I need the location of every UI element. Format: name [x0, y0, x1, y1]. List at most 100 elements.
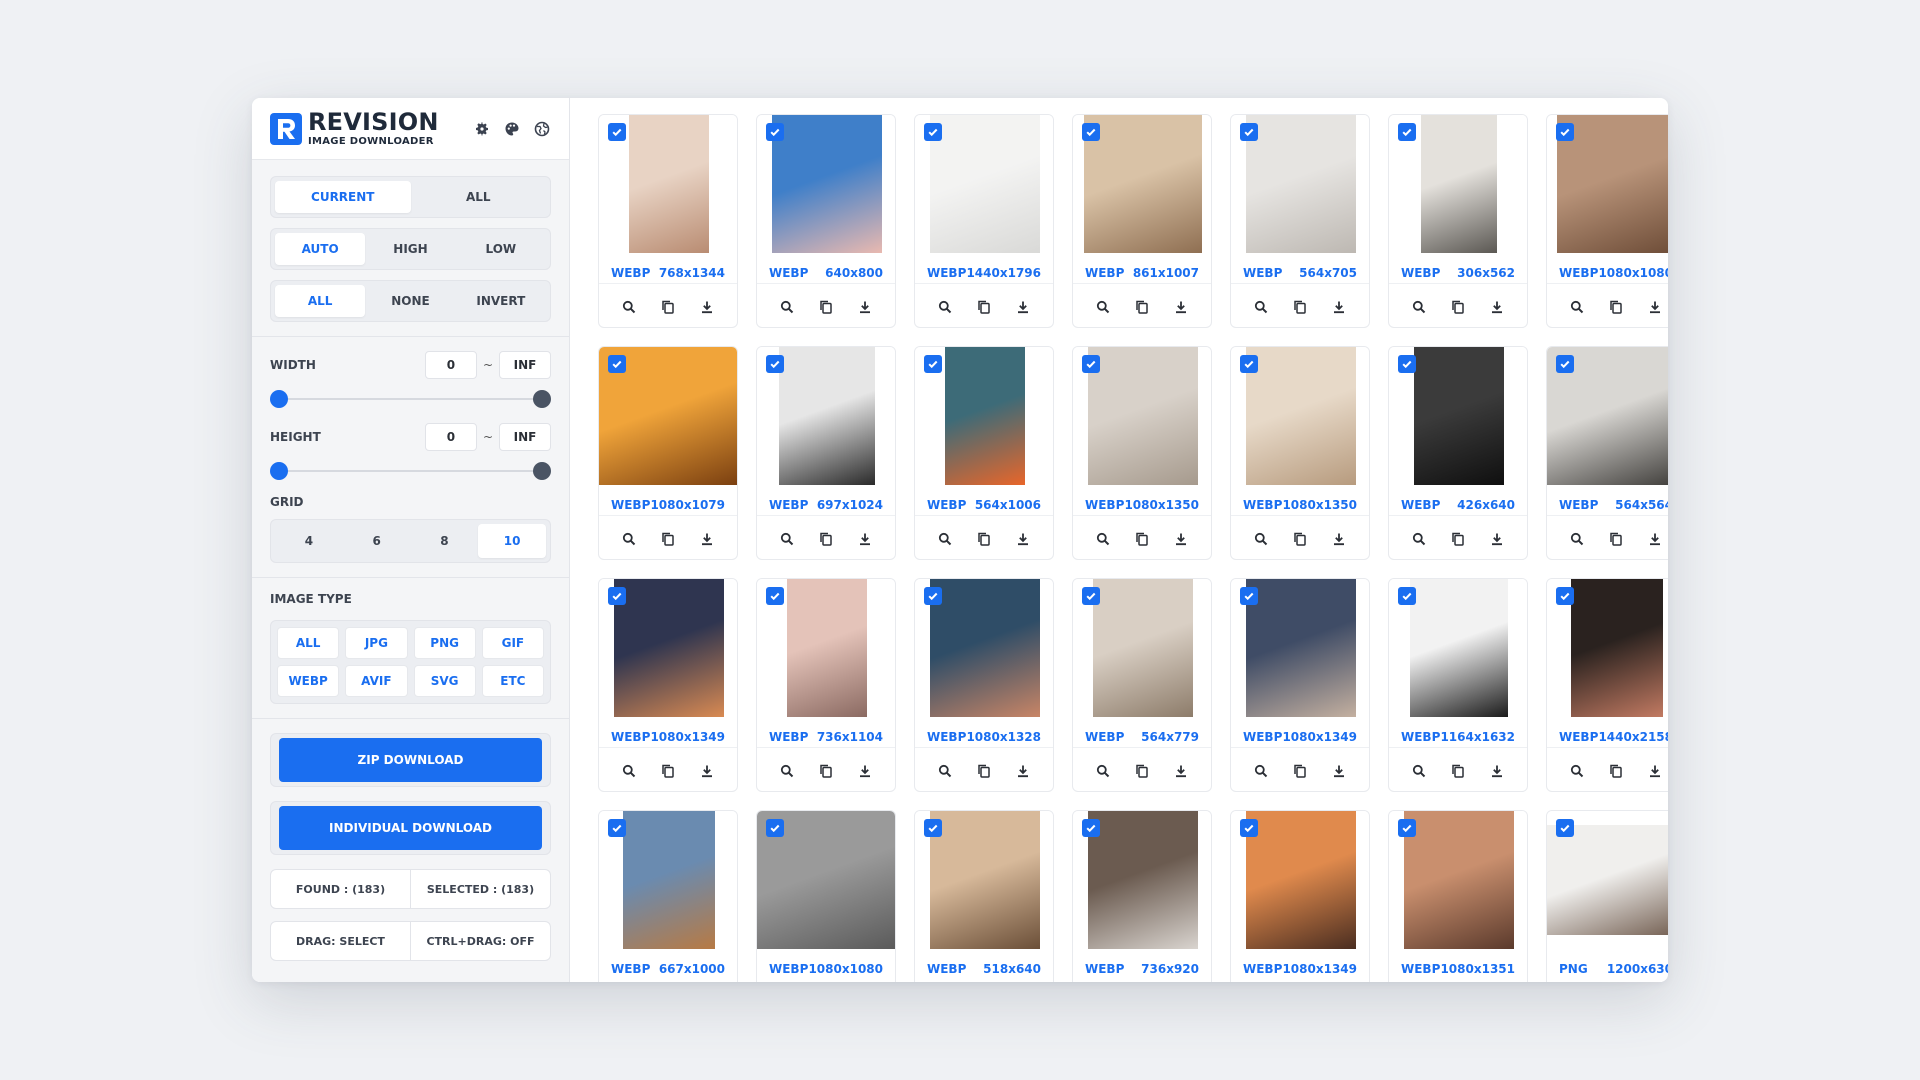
select-checkbox[interactable] — [1082, 355, 1100, 373]
image-card[interactable]: WEBP 1440x1796 — [914, 114, 1054, 328]
copy-icon[interactable] — [659, 530, 677, 548]
select-all[interactable]: ALL — [275, 285, 366, 317]
height-max-input[interactable]: INF — [499, 423, 551, 451]
download-icon[interactable] — [1488, 530, 1506, 548]
image-thumbnail[interactable] — [614, 579, 724, 717]
quality-low[interactable]: LOW — [456, 233, 546, 265]
copy-icon[interactable] — [1449, 762, 1467, 780]
image-thumbnail[interactable] — [779, 347, 875, 485]
type-png[interactable]: PNG — [413, 627, 476, 659]
image-card[interactable]: WEBP 1440x2158 — [1546, 578, 1668, 792]
select-checkbox[interactable] — [1556, 819, 1574, 837]
zoom-icon[interactable] — [1568, 762, 1586, 780]
image-card[interactable]: WEBP 1080x1328 — [914, 578, 1054, 792]
select-checkbox[interactable] — [1398, 355, 1416, 373]
copy-icon[interactable] — [1291, 762, 1309, 780]
type-avif[interactable]: AVIF — [345, 665, 408, 697]
image-thumbnail[interactable] — [1088, 347, 1198, 485]
download-icon[interactable] — [1488, 762, 1506, 780]
zoom-icon[interactable] — [1094, 298, 1112, 316]
image-thumbnail[interactable] — [1246, 347, 1356, 485]
copy-icon[interactable] — [817, 762, 835, 780]
zoom-icon[interactable] — [778, 530, 796, 548]
copy-icon[interactable] — [975, 530, 993, 548]
grid-8[interactable]: 8 — [411, 524, 479, 558]
image-thumbnail[interactable] — [930, 579, 1040, 717]
zoom-icon[interactable] — [778, 298, 796, 316]
download-icon[interactable] — [1172, 530, 1190, 548]
select-checkbox[interactable] — [1082, 819, 1100, 837]
image-thumbnail[interactable] — [1246, 811, 1356, 949]
select-checkbox[interactable] — [766, 355, 784, 373]
select-none[interactable]: NONE — [365, 285, 455, 317]
image-thumbnail[interactable] — [1571, 579, 1663, 717]
copy-icon[interactable] — [1607, 298, 1625, 316]
image-thumbnail[interactable] — [1084, 115, 1202, 253]
select-checkbox[interactable] — [1082, 587, 1100, 605]
width-min-input[interactable]: 0 — [424, 351, 477, 379]
zoom-icon[interactable] — [936, 762, 954, 780]
height-slider-max-handle[interactable] — [533, 462, 551, 480]
select-checkbox[interactable] — [1082, 123, 1100, 141]
zoom-icon[interactable] — [778, 762, 796, 780]
ctrl-drag-toggle[interactable]: CTRL+DRAG: OFF — [410, 922, 550, 960]
select-checkbox[interactable] — [608, 355, 626, 373]
download-icon[interactable] — [1014, 298, 1032, 316]
image-card[interactable]: WEBP 1080x1349 — [598, 578, 738, 792]
grid-4[interactable]: 4 — [275, 524, 343, 558]
globe-icon[interactable] — [533, 120, 551, 138]
copy-icon[interactable] — [817, 298, 835, 316]
image-thumbnail[interactable] — [623, 811, 715, 949]
type-jpg[interactable]: JPG — [345, 627, 408, 659]
select-checkbox[interactable] — [1240, 587, 1258, 605]
download-icon[interactable] — [698, 530, 716, 548]
image-thumbnail[interactable] — [629, 115, 709, 253]
select-checkbox[interactable] — [1240, 123, 1258, 141]
drag-select-toggle[interactable]: DRAG: SELECT — [271, 922, 410, 960]
zoom-icon[interactable] — [1568, 298, 1586, 316]
select-invert[interactable]: INVERT — [456, 285, 546, 317]
download-icon[interactable] — [1488, 298, 1506, 316]
select-checkbox[interactable] — [924, 587, 942, 605]
image-card[interactable]: WEBP 1080x1350 — [1230, 346, 1370, 560]
gear-icon[interactable] — [473, 120, 491, 138]
image-card[interactable]: WEBP 1080x1349 — [1230, 578, 1370, 792]
copy-icon[interactable] — [1291, 298, 1309, 316]
image-thumbnail[interactable] — [1547, 825, 1668, 935]
copy-icon[interactable] — [1133, 530, 1151, 548]
download-icon[interactable] — [856, 530, 874, 548]
type-etc[interactable]: ETC — [481, 665, 544, 697]
zoom-icon[interactable] — [936, 530, 954, 548]
zoom-icon[interactable] — [620, 762, 638, 780]
select-checkbox[interactable] — [766, 819, 784, 837]
download-icon[interactable] — [856, 298, 874, 316]
image-card[interactable]: WEBP 736x1104 — [756, 578, 896, 792]
zip-download-button[interactable]: ZIP DOWNLOAD — [279, 738, 542, 782]
select-checkbox[interactable] — [1240, 355, 1258, 373]
select-checkbox[interactable] — [1556, 355, 1574, 373]
select-checkbox[interactable] — [1556, 587, 1574, 605]
image-card[interactable]: WEBP 667x1000 — [598, 810, 738, 982]
zoom-icon[interactable] — [936, 298, 954, 316]
zoom-icon[interactable] — [1252, 762, 1270, 780]
download-icon[interactable] — [1014, 530, 1032, 548]
image-card[interactable]: WEBP 768x1344 — [598, 114, 738, 328]
image-card[interactable]: WEBP 1080x1079 — [598, 346, 738, 560]
image-thumbnail[interactable] — [1246, 579, 1356, 717]
zoom-icon[interactable] — [1094, 530, 1112, 548]
image-thumbnail[interactable] — [1421, 115, 1497, 253]
zoom-icon[interactable] — [1094, 762, 1112, 780]
image-card[interactable]: WEBP 306x562 — [1388, 114, 1528, 328]
image-card[interactable]: WEBP 1164x1632 — [1388, 578, 1528, 792]
type-all[interactable]: ALL — [277, 627, 340, 659]
image-card[interactable]: WEBP 1080x1351 — [1388, 810, 1528, 982]
type-gif[interactable]: GIF — [481, 627, 544, 659]
image-thumbnail[interactable] — [930, 811, 1040, 949]
image-card[interactable]: WEBP 564x779 — [1072, 578, 1212, 792]
copy-icon[interactable] — [1449, 530, 1467, 548]
download-icon[interactable] — [1330, 762, 1348, 780]
grid-10[interactable]: 10 — [478, 524, 546, 558]
download-icon[interactable] — [698, 762, 716, 780]
image-card[interactable]: WEBP 564x1006 — [914, 346, 1054, 560]
image-thumbnail[interactable] — [1246, 115, 1356, 253]
